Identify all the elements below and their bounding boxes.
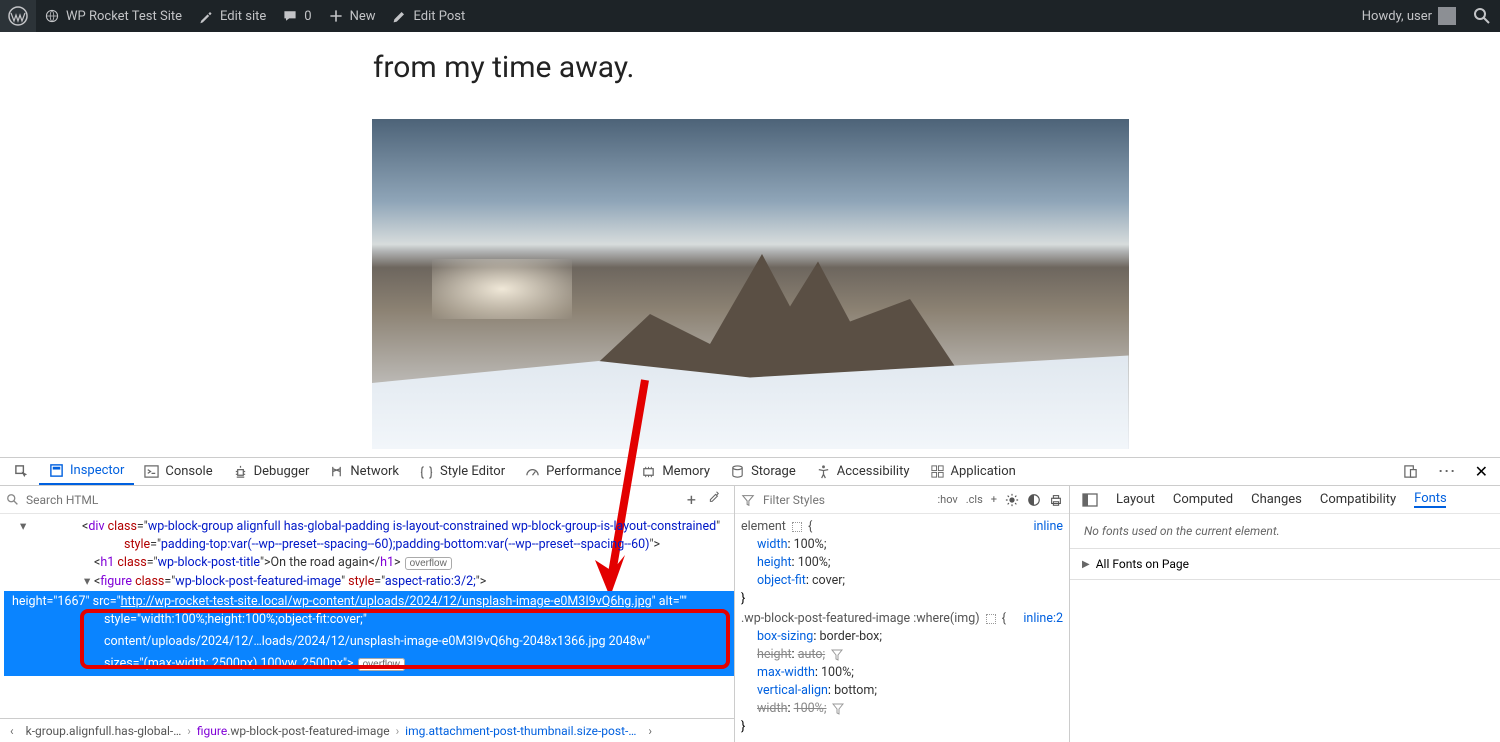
- side-tab-layout[interactable]: Layout: [1116, 492, 1155, 507]
- styles-pane: :hov .cls + element {inline width: 100%;…: [735, 486, 1070, 742]
- memory-icon: [641, 464, 656, 479]
- html-search-bar: +: [0, 486, 734, 514]
- breadcrumb-next[interactable]: ›: [642, 724, 658, 738]
- home-icon: [44, 8, 60, 24]
- tab-performance[interactable]: Performance: [515, 458, 631, 485]
- breadcrumb-seg-2[interactable]: figure.wp-block-post-featured-image: [191, 724, 396, 738]
- all-fonts-row[interactable]: ▶All Fonts on Page: [1070, 549, 1500, 580]
- tab-storage[interactable]: Storage: [720, 458, 806, 485]
- filter-styles-input[interactable]: [763, 493, 929, 507]
- html-pane: + ▾<div class="wp-block-group alignfull …: [0, 486, 735, 742]
- howdy-user[interactable]: Howdy, user: [1354, 0, 1464, 32]
- sidebar-toggle-icon[interactable]: [1082, 492, 1098, 508]
- edit-site[interactable]: Edit site: [190, 0, 274, 32]
- search-icon: [6, 493, 20, 507]
- site-title: WP Rocket Test Site: [66, 9, 182, 24]
- eyedropper-icon[interactable]: [706, 490, 720, 504]
- breadcrumb-seg-1[interactable]: k-group.alignfull.has-global-…: [20, 724, 188, 738]
- breadcrumb-seg-3[interactable]: img.attachment-post-thumbnail.size-post-…: [399, 724, 642, 738]
- tab-network[interactable]: Network: [319, 458, 409, 485]
- pencil-icon: [392, 8, 408, 24]
- dark-mode-icon[interactable]: [1027, 493, 1041, 507]
- edit-post[interactable]: Edit Post: [384, 0, 474, 32]
- inspect-node-button[interactable]: [4, 458, 39, 485]
- selected-dom-node[interactable]: height="1667" src="http://wp-rocket-test…: [4, 591, 734, 631]
- tab-memory[interactable]: Memory: [631, 458, 720, 485]
- wp-admin-bar: WP Rocket Test Site Edit site 0 New Edit…: [0, 0, 1500, 32]
- featured-image[interactable]: [372, 119, 1129, 449]
- cls-button[interactable]: .cls: [966, 493, 983, 506]
- breadcrumb-prev[interactable]: ‹: [4, 724, 20, 738]
- storage-icon: [730, 464, 745, 479]
- comment-icon: [282, 8, 298, 24]
- avatar: [1438, 7, 1456, 25]
- brush-icon: [198, 8, 214, 24]
- search-button[interactable]: [1464, 0, 1500, 32]
- a11y-icon: [816, 464, 831, 479]
- side-tab-computed[interactable]: Computed: [1173, 492, 1233, 507]
- print-mode-icon[interactable]: [1049, 493, 1063, 507]
- devtools-close-button[interactable]: ✕: [1467, 462, 1496, 481]
- side-tab-changes[interactable]: Changes: [1251, 492, 1302, 507]
- search-icon: [1472, 6, 1492, 26]
- new-node-button[interactable]: +: [687, 490, 696, 509]
- side-tab-fonts[interactable]: Fonts: [1414, 491, 1446, 508]
- tab-application[interactable]: Application: [920, 458, 1026, 485]
- site-name[interactable]: WP Rocket Test Site: [36, 0, 190, 32]
- hov-button[interactable]: :hov: [937, 493, 957, 506]
- side-tab-compat[interactable]: Compatibility: [1320, 492, 1396, 507]
- tab-console[interactable]: Console: [134, 458, 222, 485]
- devtools-menu-button[interactable]: ⋯: [1428, 458, 1467, 485]
- filter-icon: [741, 493, 755, 507]
- perf-icon: [525, 464, 540, 479]
- dom-tree[interactable]: ▾<div class="wp-block-group alignfull ha…: [0, 514, 734, 718]
- page-content: from my time away.: [0, 32, 1500, 457]
- devtools: Inspector Console Debugger Network Style…: [0, 457, 1500, 742]
- network-icon: [329, 464, 344, 479]
- comments[interactable]: 0: [274, 0, 319, 32]
- new[interactable]: New: [320, 0, 384, 32]
- console-icon: [144, 464, 159, 479]
- tab-style-editor[interactable]: Style Editor: [409, 458, 515, 485]
- side-pane: Layout Computed Changes Compatibility Fo…: [1070, 486, 1500, 742]
- style-icon: [419, 464, 434, 479]
- inspector-icon: [49, 463, 64, 478]
- fonts-empty-msg: No fonts used on the current element.: [1070, 514, 1500, 549]
- html-search-input[interactable]: [26, 493, 226, 507]
- post-text-line: from my time away.: [373, 50, 634, 85]
- tab-debugger[interactable]: Debugger: [223, 458, 320, 485]
- light-mode-icon[interactable]: [1005, 493, 1019, 507]
- styles-rules[interactable]: element {inline width: 100%; height: 100…: [735, 514, 1069, 742]
- plus-icon: [328, 8, 344, 24]
- devtools-tabs: Inspector Console Debugger Network Style…: [0, 458, 1500, 486]
- breadcrumb: ‹ k-group.alignfull.has-global-… › figur…: [0, 718, 734, 742]
- debugger-icon: [233, 464, 248, 479]
- tab-accessibility[interactable]: Accessibility: [806, 458, 920, 485]
- tab-inspector[interactable]: Inspector: [39, 458, 134, 485]
- app-icon: [930, 464, 945, 479]
- wp-logo[interactable]: [0, 0, 36, 32]
- styles-plus-button[interactable]: +: [991, 493, 997, 506]
- responsive-mode-button[interactable]: [1393, 458, 1428, 485]
